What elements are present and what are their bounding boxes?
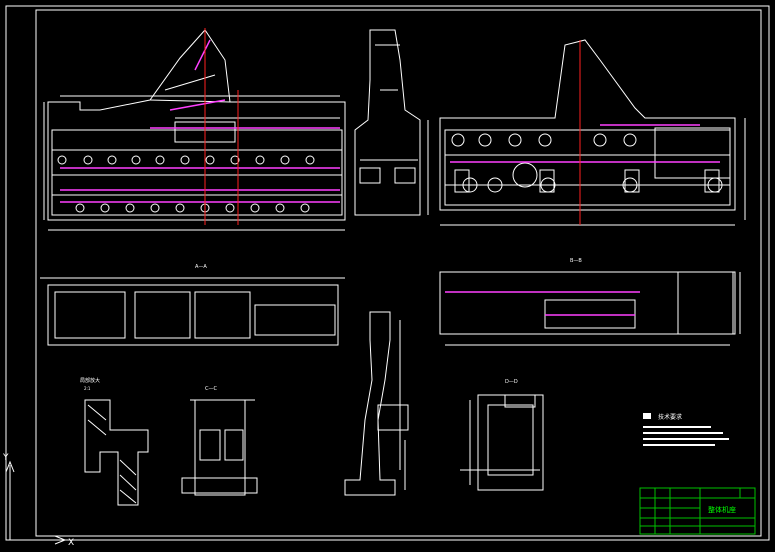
right-view-hidden-lines [450,124,720,163]
title-block [639,487,756,535]
section-b-label: B—B [570,258,582,264]
notes-text-lines [643,426,729,446]
section-d-label: D—D [505,379,518,385]
notes-heading: 技术要求 [658,413,682,421]
detail-scale: 2:1 [84,386,91,391]
ucs-y-label: Y [2,453,9,463]
right-front-view [439,39,746,226]
detail-view [84,399,149,506]
section-a-view [40,277,345,346]
main-view-hidden-lines [60,39,340,203]
main-front-view [43,29,346,231]
section-d-view [460,394,544,491]
section-c-label: C—C [205,386,217,392]
side-view [354,29,429,216]
section-b-hidden-lines [445,291,640,316]
section-b-view [439,271,741,346]
tall-profile-view [344,311,409,496]
ucs-x-label: X [68,538,74,548]
cad-drawing-canvas[interactable]: A—A B—B 局部放大 2:1 C—C D—D 技术要求 整体机座 Y X [0,0,775,552]
detail-label: 局部放大 [80,377,100,384]
title-block-drawing-name: 整体机座 [708,505,736,514]
section-a-label: A—A [195,264,207,270]
section-c-view [181,399,258,496]
notes-marker-box [643,413,651,419]
